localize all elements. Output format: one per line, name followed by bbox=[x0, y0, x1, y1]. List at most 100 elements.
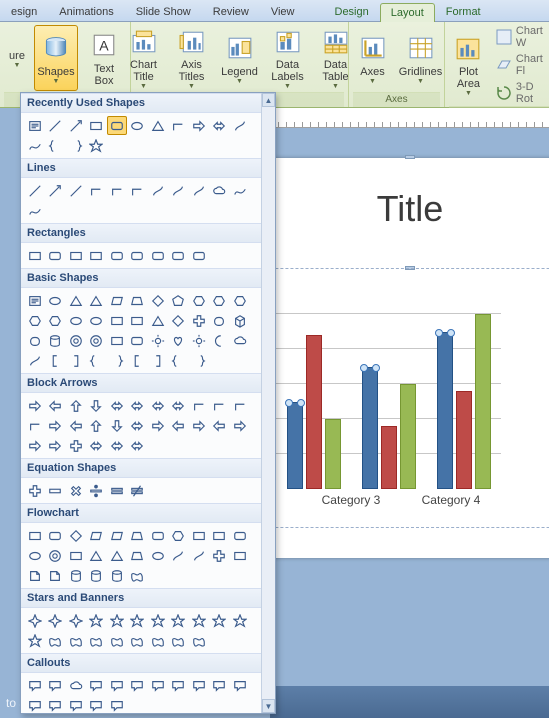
tab-review[interactable]: Review bbox=[202, 2, 260, 21]
chart-wall-button[interactable]: Chart W bbox=[492, 24, 549, 50]
shape-curve[interactable] bbox=[148, 181, 168, 200]
shape-flow17[interactable] bbox=[148, 546, 168, 565]
shape-basic3[interactable] bbox=[87, 291, 107, 310]
shape-arrow[interactable] bbox=[46, 181, 66, 200]
shape-callout6[interactable] bbox=[148, 676, 168, 695]
shape-basic35[interactable] bbox=[66, 351, 86, 370]
chart-title-button[interactable]: Chart Title▼ bbox=[122, 25, 166, 91]
shape-arrow2[interactable] bbox=[66, 396, 86, 415]
shape-callout12[interactable] bbox=[46, 696, 66, 713]
shape-arrow9[interactable] bbox=[210, 396, 230, 415]
tab-chart-layout[interactable]: Layout bbox=[380, 3, 435, 22]
axis-titles-button[interactable]: Axis Titles▼ bbox=[170, 25, 214, 91]
shape-star15[interactable] bbox=[107, 631, 127, 650]
shape-flow4[interactable] bbox=[107, 526, 127, 545]
shape-basic29[interactable] bbox=[169, 331, 189, 350]
shape-roundrect[interactable] bbox=[46, 246, 66, 265]
shape-arrow10[interactable] bbox=[230, 396, 250, 415]
shape-basic1[interactable] bbox=[46, 291, 66, 310]
bar[interactable] bbox=[475, 314, 491, 489]
shape-flow27[interactable] bbox=[128, 566, 148, 585]
rotation-button[interactable]: 3-D Rot bbox=[492, 80, 549, 106]
shape-flow18[interactable] bbox=[169, 546, 189, 565]
shape-flow9[interactable] bbox=[210, 526, 230, 545]
shape-flow21[interactable] bbox=[230, 546, 250, 565]
shape-basic8[interactable] bbox=[189, 291, 209, 310]
shape-flow10[interactable] bbox=[230, 526, 250, 545]
shape-arrow23[interactable] bbox=[46, 436, 66, 455]
picture-button[interactable]: ure ▼ bbox=[4, 25, 30, 91]
shape-arrow15[interactable] bbox=[107, 416, 127, 435]
shape-basic19[interactable] bbox=[189, 311, 209, 330]
shape-arrow18[interactable] bbox=[169, 416, 189, 435]
shape-star11[interactable] bbox=[25, 631, 45, 650]
shape-oval[interactable] bbox=[128, 116, 148, 135]
shape-star8[interactable] bbox=[189, 611, 209, 630]
shape-mult[interactable] bbox=[66, 481, 86, 500]
shape-flow25[interactable] bbox=[87, 566, 107, 585]
shape-star10[interactable] bbox=[230, 611, 250, 630]
shape-arrow8[interactable] bbox=[189, 396, 209, 415]
shape-flow24[interactable] bbox=[66, 566, 86, 585]
shape-basic18[interactable] bbox=[169, 311, 189, 330]
gridlines-button[interactable]: Gridlines▼ bbox=[399, 25, 443, 91]
shape-flow14[interactable] bbox=[87, 546, 107, 565]
shape-callout7[interactable] bbox=[169, 676, 189, 695]
tab-chart-format[interactable]: Format bbox=[435, 2, 492, 21]
shape-dblarrow[interactable] bbox=[66, 181, 86, 200]
gallery-scrollbar[interactable]: ▲ ▼ bbox=[261, 93, 275, 713]
shape-arrow11[interactable] bbox=[25, 416, 45, 435]
shapes-button[interactable]: Shapes▼ bbox=[34, 25, 78, 91]
shape-roundrect[interactable] bbox=[107, 116, 127, 135]
shape-flow26[interactable] bbox=[107, 566, 127, 585]
shape-elbow[interactable] bbox=[87, 181, 107, 200]
shape-callout0[interactable] bbox=[25, 676, 45, 695]
shape-flow23[interactable] bbox=[46, 566, 66, 585]
shape-flow8[interactable] bbox=[189, 526, 209, 545]
shape-star0[interactable] bbox=[25, 611, 45, 630]
shape-scribble[interactable] bbox=[25, 201, 45, 220]
shape-arrow20[interactable] bbox=[210, 416, 230, 435]
shape-rarrow[interactable] bbox=[189, 116, 209, 135]
bar[interactable] bbox=[287, 402, 303, 490]
shape-basic15[interactable] bbox=[107, 311, 127, 330]
shape-round2same[interactable] bbox=[148, 246, 168, 265]
shape-neq[interactable] bbox=[128, 481, 148, 500]
shape-arrow12[interactable] bbox=[46, 416, 66, 435]
shape-basic23[interactable] bbox=[46, 331, 66, 350]
shape-callout4[interactable] bbox=[107, 676, 127, 695]
shape-arrow27[interactable] bbox=[128, 436, 148, 455]
shape-basic41[interactable] bbox=[189, 351, 209, 370]
shape-flow6[interactable] bbox=[148, 526, 168, 545]
shape-basic2[interactable] bbox=[66, 291, 86, 310]
shape-star13[interactable] bbox=[66, 631, 86, 650]
shape-star7[interactable] bbox=[169, 611, 189, 630]
shape-flow0[interactable] bbox=[25, 526, 45, 545]
shape-star9[interactable] bbox=[210, 611, 230, 630]
tab-design-partial[interactable]: esign bbox=[0, 2, 48, 21]
chart-floor-button[interactable]: Chart Fl bbox=[492, 52, 549, 78]
tab-chart-design[interactable]: Design bbox=[324, 2, 380, 21]
shape-basic27[interactable] bbox=[128, 331, 148, 350]
shape-star16[interactable] bbox=[128, 631, 148, 650]
shape-arrow3[interactable] bbox=[87, 396, 107, 415]
shape-basic37[interactable] bbox=[107, 351, 127, 370]
bar[interactable] bbox=[400, 384, 416, 489]
shape-basic21[interactable] bbox=[230, 311, 250, 330]
shape-arrow5[interactable] bbox=[128, 396, 148, 415]
shape-rounddiag[interactable] bbox=[189, 246, 209, 265]
shape-star3[interactable] bbox=[87, 611, 107, 630]
shape-snip1[interactable] bbox=[66, 246, 86, 265]
shape-curly[interactable] bbox=[46, 136, 66, 155]
tab-animations[interactable]: Animations bbox=[48, 2, 124, 21]
shape-basic33[interactable] bbox=[25, 351, 45, 370]
shape-flow13[interactable] bbox=[66, 546, 86, 565]
shape-flow12[interactable] bbox=[46, 546, 66, 565]
shape-line[interactable] bbox=[46, 116, 66, 135]
shape-basic25[interactable] bbox=[87, 331, 107, 350]
shape-arrow22[interactable] bbox=[25, 436, 45, 455]
shape-basic14[interactable] bbox=[87, 311, 107, 330]
shape-callout13[interactable] bbox=[66, 696, 86, 713]
shape-basic31[interactable] bbox=[210, 331, 230, 350]
shape-callout15[interactable] bbox=[107, 696, 127, 713]
